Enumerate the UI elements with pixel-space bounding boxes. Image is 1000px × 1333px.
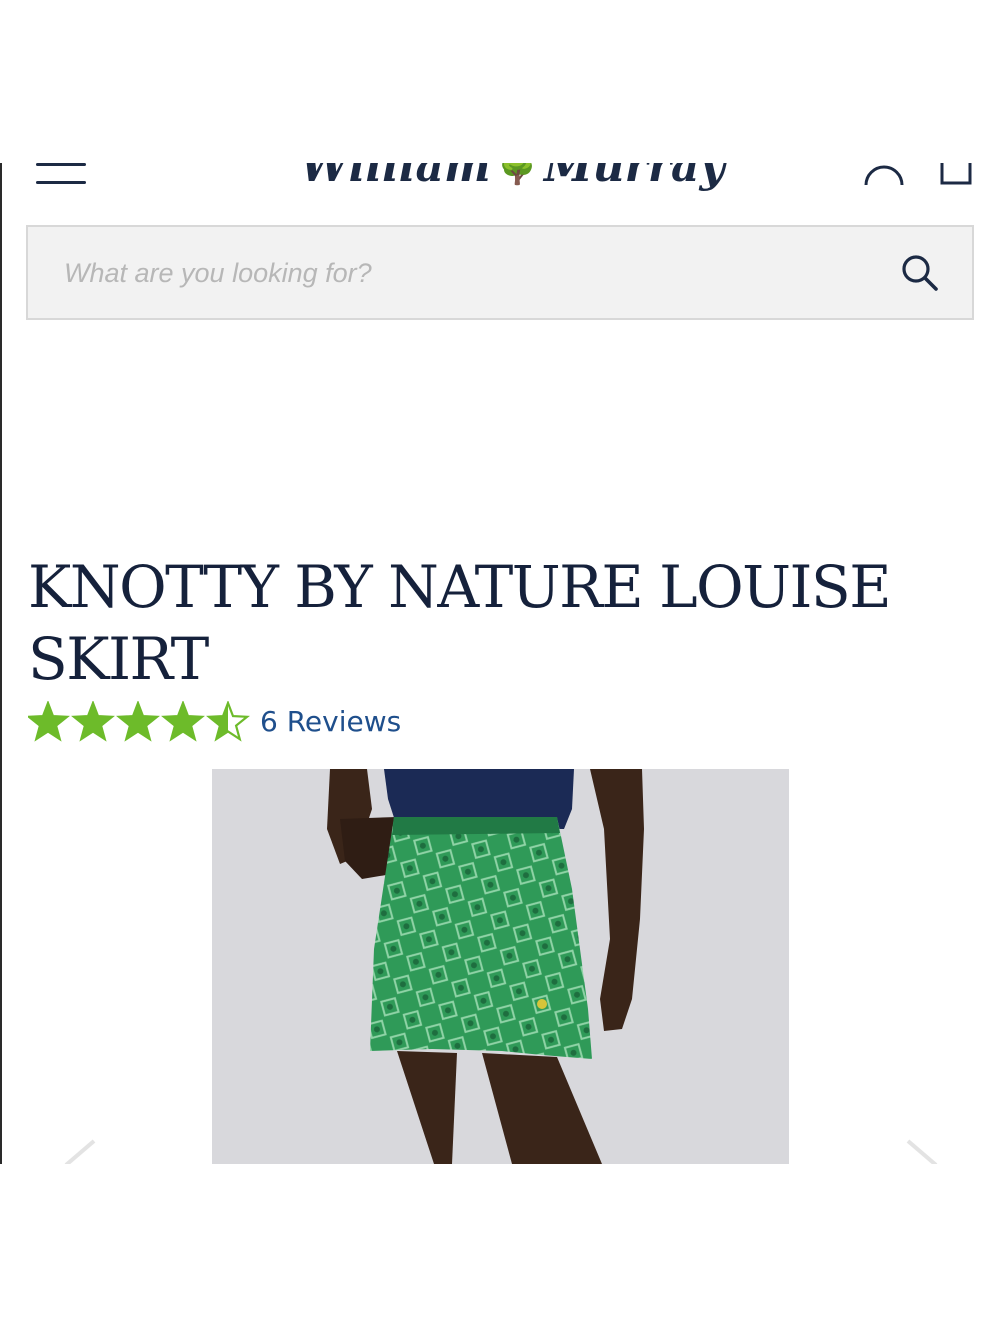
product-image[interactable] [212, 769, 789, 1164]
logo-text-left: William [300, 163, 491, 192]
star-icon-3 [118, 703, 158, 740]
chevron-right-icon[interactable] [900, 1139, 944, 1164]
page-screen: William 🌳 Murray KNOTTY BY NATURE LOUISE S… [0, 163, 1000, 1164]
star-icon-4 [163, 703, 203, 740]
star-icon-1 [28, 703, 68, 740]
reviews-link[interactable]: 6 Reviews [260, 705, 401, 738]
hamburger-menu-icon[interactable] [36, 163, 86, 185]
logo-text-right: Murray [543, 163, 726, 192]
star-rating [28, 701, 250, 742]
window-edge [0, 163, 2, 1164]
cart-icon[interactable] [938, 163, 974, 189]
search-bar [26, 225, 974, 320]
product-title: KNOTTY BY NATURE LOUISE SKIRT [28, 553, 892, 693]
product-photo [212, 769, 789, 1164]
account-icon[interactable] [862, 163, 906, 189]
brand-logo[interactable]: William 🌳 Murray [300, 163, 725, 211]
search-input[interactable] [62, 227, 886, 320]
star-icon-2 [73, 703, 113, 740]
tree-logo-icon: 🌳 [498, 163, 536, 187]
chevron-left-icon[interactable] [58, 1139, 102, 1164]
search-icon[interactable] [898, 251, 942, 295]
